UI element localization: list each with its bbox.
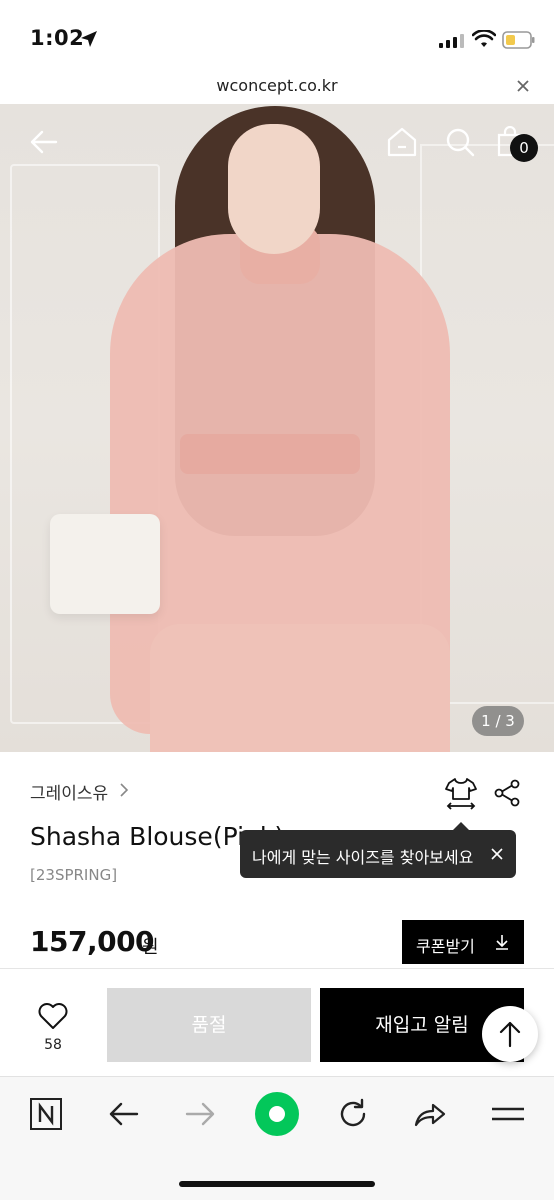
battery-icon — [502, 31, 535, 49]
product-image-carousel[interactable]: 1 / 3 — [0, 104, 554, 752]
status-time: 1:02 — [30, 26, 85, 50]
model-handbag — [50, 514, 160, 614]
like-count: 58 — [44, 1037, 62, 1053]
url-text[interactable]: wconcept.co.kr — [0, 76, 554, 95]
share-icon[interactable] — [492, 778, 522, 808]
download-icon — [496, 935, 508, 950]
close-icon[interactable] — [516, 79, 530, 93]
naver-n-icon[interactable] — [29, 1097, 63, 1131]
menu-icon[interactable] — [490, 1097, 526, 1131]
cart-count-badge[interactable]: 0 — [510, 134, 538, 162]
scroll-to-top-button[interactable] — [482, 1006, 538, 1062]
like-button[interactable]: 58 — [30, 1001, 76, 1053]
browser-toolbar — [0, 1076, 554, 1200]
brand-link[interactable]: 그레이스유 — [30, 779, 108, 804]
naver-green-dot-icon[interactable] — [254, 1091, 300, 1137]
forward-share-icon[interactable] — [412, 1097, 448, 1131]
home-icon[interactable] — [386, 126, 418, 158]
cellular-signal-icon — [439, 34, 464, 48]
model-face — [228, 124, 320, 254]
chevron-right-icon[interactable] — [118, 782, 130, 798]
arrow-up-icon — [499, 1021, 521, 1048]
size-guide-icon[interactable] — [445, 777, 477, 811]
close-icon[interactable] — [490, 847, 504, 861]
image-pager: 1 / 3 — [472, 706, 524, 736]
home-indicator — [179, 1181, 375, 1187]
size-tooltip[interactable]: 나에게 맞는 사이즈를 찾아보세요 — [240, 822, 516, 878]
soldout-button[interactable]: 품절 — [107, 988, 311, 1062]
search-icon[interactable] — [444, 126, 476, 158]
location-arrow-icon — [81, 31, 97, 47]
forward-arrow-icon[interactable] — [183, 1097, 217, 1131]
blouse-belt — [180, 434, 360, 474]
coupon-download-button[interactable]: 쿠폰받기 — [402, 920, 524, 964]
model-skirt — [150, 624, 450, 752]
back-arrow-icon[interactable] — [107, 1097, 141, 1131]
back-arrow-icon[interactable] — [28, 126, 60, 158]
wifi-icon — [472, 30, 496, 47]
product-price: 157,000 — [30, 925, 155, 958]
purchase-action-bar: 58 품절 재입고 알림 — [0, 968, 554, 1076]
heart-icon — [38, 1003, 68, 1029]
product-season: [23SPRING] — [30, 866, 118, 884]
tooltip-text: 나에게 맞는 사이즈를 찾아보세요 — [252, 848, 474, 867]
reload-icon[interactable] — [336, 1097, 370, 1131]
url-bar[interactable]: wconcept.co.kr — [0, 70, 554, 104]
status-bar: 1:02 — [0, 0, 554, 70]
price-currency: 원 — [142, 937, 159, 958]
coupon-label: 쿠폰받기 — [416, 937, 475, 956]
